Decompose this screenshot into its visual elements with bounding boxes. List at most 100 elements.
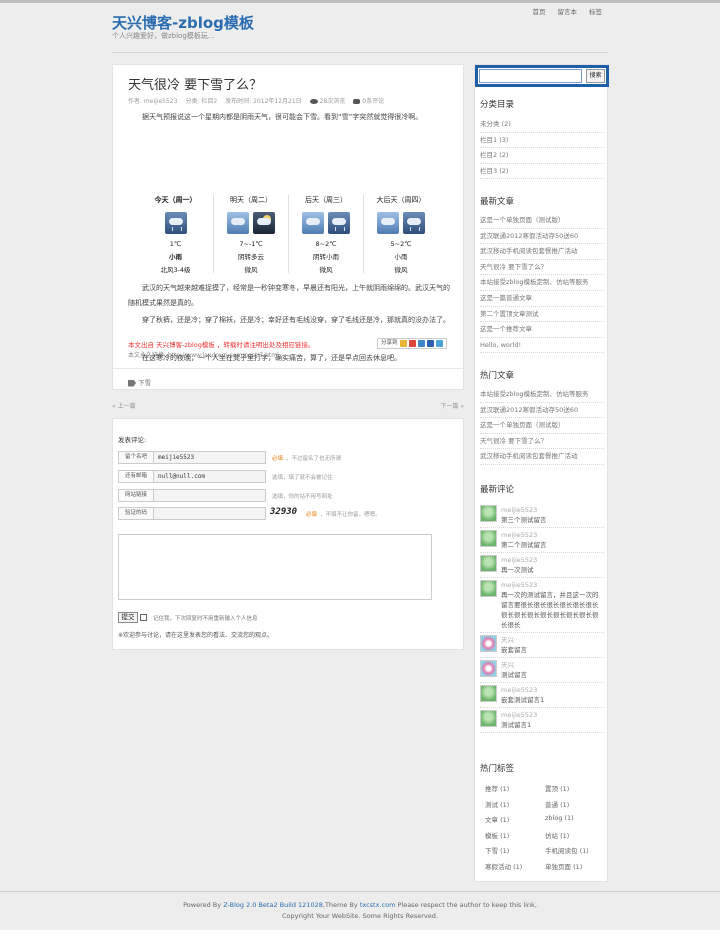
tag-item[interactable]: 仿站 (1) (545, 830, 605, 840)
weather-desc: 阴转小雨 (313, 253, 339, 261)
post-tag[interactable]: 下雪 (128, 377, 151, 387)
name-input[interactable]: meijie5523 (154, 451, 266, 464)
latest-post-item[interactable]: 武汉移动手机阅读包套餐推广活动 (480, 244, 604, 260)
weather-wind: 微风 (394, 266, 408, 274)
qzone-icon[interactable] (399, 340, 407, 347)
latest-post-item[interactable]: Hello, world! (480, 338, 604, 354)
field-label: 网站链接 (118, 489, 154, 502)
hot-post-item[interactable]: 这是一个单独页面（测试版） (480, 418, 604, 434)
top-border (0, 0, 720, 3)
weibo-icon[interactable] (408, 340, 416, 347)
next-post-link[interactable]: 下一篇 » (440, 401, 464, 410)
comment-item[interactable]: 天兴 测试留言 (480, 658, 604, 683)
tag-item[interactable]: 模板 (1) (485, 830, 545, 840)
avatar (480, 635, 497, 652)
theme-link[interactable]: txcstx.com (360, 901, 396, 909)
latest-post-item[interactable]: 天气很冷 要下雪了么？ (480, 260, 604, 276)
tag-item[interactable]: 单独页面 (1) (545, 861, 605, 871)
tencent-icon[interactable] (417, 340, 425, 347)
post-category[interactable]: 分类: 栏目2 (185, 96, 217, 105)
tag-item[interactable]: 手机阅读包 (1) (545, 845, 605, 855)
field-hint-text: ，不填不让你留，嗯嗯。 (320, 511, 381, 518)
tag-item[interactable]: 文章 (1) (485, 814, 545, 824)
comment-item[interactable]: meijie5523 第二个测试留言 (480, 528, 604, 553)
comment-item[interactable]: meijie5523 再一次测试 (480, 553, 604, 578)
post-footer: 下雪 (113, 368, 463, 390)
nav-home[interactable]: 首页 (533, 6, 546, 16)
rain-cloud-icon (328, 212, 350, 234)
weather-day: 明天（周二） 7~-1℃ 阴转多云 微风 (213, 195, 288, 274)
tag-item[interactable]: 普通 (1) (545, 799, 605, 809)
comment-text: meijie5523 再一次测试 (501, 555, 537, 575)
comment-author: meijie5523 (501, 686, 538, 694)
latest-post-item[interactable]: 武汉联通2012寒假活动存50送60 (480, 229, 604, 245)
comment-item[interactable]: meijie5523 第三个测试留言 (480, 503, 604, 528)
hot-post-item[interactable]: 本站接受zblog模板定制、仿站等服务 (480, 387, 604, 403)
comment-author: meijie5523 (501, 531, 538, 539)
categories-list: 未分类 (2) 栏目1 (3) 栏目2 (2) 栏目3 (2) (480, 117, 604, 180)
category-item[interactable]: 栏目2 (2) (480, 148, 604, 164)
tag-item[interactable]: 寒假活动 (1) (485, 861, 545, 871)
comment-item[interactable]: meijie5523 嵌套测试留言1 (480, 683, 604, 708)
footer-text: Please respect the author to keep this l… (395, 901, 537, 909)
site-title[interactable]: 天兴博客-zblog模板 (112, 12, 254, 33)
weather-desc: 阴转多云 (238, 253, 264, 261)
avatar (480, 505, 497, 522)
latest-post-item[interactable]: 这是一个推荐文章 (480, 322, 604, 338)
category-item[interactable]: 栏目1 (3) (480, 133, 604, 149)
prev-post-link[interactable]: « 上一篇 (112, 401, 136, 410)
post-comments-text: 0条评论 (362, 98, 385, 105)
weather-wind: 北风3-4级 (160, 266, 191, 274)
field-label: 还有邮箱 (118, 470, 154, 483)
latest-post-item[interactable]: 本站接受zblog模板定制、仿站等服务 (480, 275, 604, 291)
weather-icons (364, 212, 438, 234)
nav-guestbook[interactable]: 留言本 (558, 6, 578, 16)
search-input[interactable] (479, 69, 582, 83)
tag-item[interactable]: 下雪 (1) (485, 845, 545, 855)
captcha-image[interactable]: 32930 (270, 507, 300, 520)
more-share-icon[interactable] (435, 340, 443, 347)
submit-button[interactable]: 提交 (118, 612, 138, 623)
field-hint: 必填 ，不填不让你留，嗯嗯。 (306, 510, 381, 518)
avatar (480, 555, 497, 572)
weather-widget: 今天（周一） 1℃ 小雨 北风3-4级 明天（周二） 7~-1℃ 阴转多云 微风 后天（周三） 8… (138, 195, 438, 274)
tag-item[interactable]: 推荐 (1) (485, 783, 545, 793)
comment-item[interactable]: meijie5523 测试留言1 (480, 708, 604, 733)
comment-body: 第二个测试留言 (501, 541, 547, 549)
search-button[interactable]: 搜索 (586, 69, 605, 83)
footer-copyright: Copyright Your WebSite. Some Rights Rese… (282, 912, 438, 920)
required-mark: 必填 (306, 511, 318, 518)
form-row: 还有邮箱 null@null.com 选填，填了就不会被记住 (118, 470, 333, 483)
post-author[interactable]: 作者: meijie5523 (128, 96, 177, 105)
category-item[interactable]: 栏目3 (2) (480, 164, 604, 180)
field-hint: 必填 ，不过留名了也无所谓 (272, 454, 341, 462)
tag-item[interactable]: 置顶 (1) (545, 783, 605, 793)
website-input[interactable] (154, 489, 266, 502)
hot-post-item[interactable]: 天气很冷 要下雪了么？ (480, 434, 604, 450)
latest-post-item[interactable]: 这是一个单独页面（测试版） (480, 213, 604, 229)
avatar (480, 710, 497, 727)
hot-post-item[interactable]: 武汉移动手机阅读包套餐推广活动 (480, 449, 604, 465)
category-item[interactable]: 未分类 (2) (480, 117, 604, 133)
comment-item[interactable]: meijie5523 再一次的测试留言，并且这一次的留言要很长很长很长很长很长很长… (480, 578, 604, 633)
tag-item[interactable]: zblog (1) (545, 814, 605, 824)
comment-body: 嵌套测试留言1 (501, 696, 545, 704)
post-tag-label: 下雪 (138, 379, 151, 387)
email-input[interactable]: null@null.com (154, 470, 266, 483)
comment-item[interactable]: 天兴 嵌套留言 (480, 633, 604, 658)
tags-title: 热门标签 (480, 764, 515, 774)
tag-item[interactable]: 测试 (1) (485, 799, 545, 809)
nav-tags[interactable]: 标签 (589, 6, 602, 16)
post-title[interactable]: 天气很冷 要下雪了么？ (128, 74, 262, 93)
zblog-link[interactable]: Z-Blog 2.0 Beta2 Build 121028 (223, 901, 323, 909)
weather-icons (289, 212, 363, 234)
weather-day-name: 大后天（周四） (376, 196, 426, 204)
comment-textarea[interactable] (118, 534, 432, 600)
hot-post-item[interactable]: 武汉联通2012寒假活动存50送60 (480, 403, 604, 419)
post-comments[interactable]: 0条评论 (353, 96, 384, 105)
captcha-input[interactable] (154, 507, 266, 520)
remember-checkbox[interactable] (140, 614, 147, 621)
baidu-icon[interactable] (426, 340, 434, 347)
latest-post-item[interactable]: 第二个置顶文章测试 (480, 307, 604, 323)
latest-post-item[interactable]: 这是一篇普通文章 (480, 291, 604, 307)
